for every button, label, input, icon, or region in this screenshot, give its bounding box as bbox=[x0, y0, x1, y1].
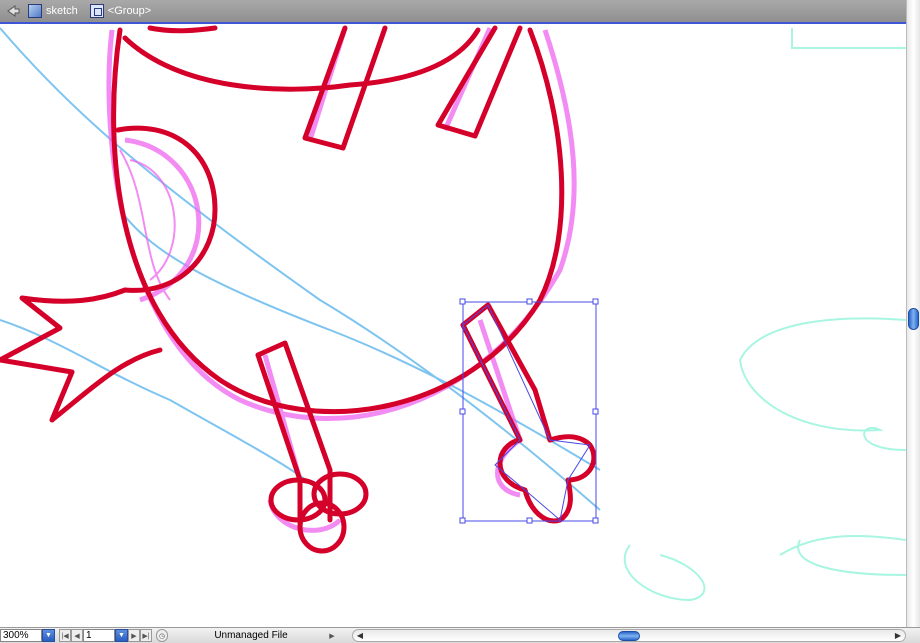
layer-label: sketch bbox=[46, 5, 78, 17]
scroll-left-icon[interactable]: ◀ bbox=[354, 629, 366, 642]
artwork bbox=[0, 25, 906, 602]
scroll-right-icon[interactable]: ▶ bbox=[892, 629, 904, 642]
back-arrow-icon[interactable] bbox=[4, 2, 22, 20]
status-text: Unmanaged File bbox=[214, 630, 288, 641]
breadcrumb-bar: sketch <Group> bbox=[0, 0, 906, 24]
horizontal-scroll-thumb[interactable] bbox=[618, 631, 640, 641]
zoom-dropdown-icon[interactable]: ▼ bbox=[42, 629, 55, 642]
group-icon bbox=[89, 4, 104, 18]
page-dropdown-icon[interactable]: ▼ bbox=[115, 629, 128, 642]
group-label: <Group> bbox=[107, 5, 152, 17]
breadcrumb-group[interactable]: <Group> bbox=[89, 4, 152, 18]
horizontal-scrollbar[interactable] bbox=[352, 629, 906, 642]
status-bar: 300% ▼ |◀ ◀ 1 ▼ ▶ ▶| ◷ Unmanaged File ▶ … bbox=[0, 627, 920, 643]
layer-icon bbox=[28, 4, 42, 18]
page-field[interactable]: 1 bbox=[83, 629, 115, 642]
artboard-canvas[interactable] bbox=[0, 24, 906, 627]
previous-page-icon[interactable]: ◀ bbox=[71, 629, 83, 642]
first-page-icon[interactable]: |◀ bbox=[59, 629, 71, 642]
next-page-icon[interactable]: ▶ bbox=[128, 629, 140, 642]
breadcrumb-layer[interactable]: sketch bbox=[28, 4, 78, 18]
version-cue-icon[interactable]: ◷ bbox=[156, 629, 168, 642]
blue-guide-lines bbox=[0, 27, 601, 511]
zoom-field[interactable]: 300% bbox=[0, 629, 42, 642]
vertical-scrollbar[interactable] bbox=[906, 0, 920, 627]
last-page-icon[interactable]: ▶| bbox=[140, 629, 152, 642]
vertical-scroll-thumb[interactable] bbox=[908, 308, 919, 330]
cyan-sketch-lines bbox=[623, 28, 906, 602]
status-menu-icon[interactable]: ▶ bbox=[326, 629, 338, 642]
